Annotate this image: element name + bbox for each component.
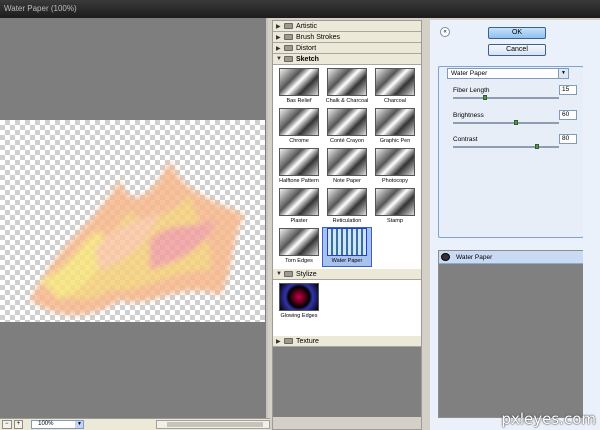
filter-thumb[interactable]: Chalk & Charcoal [323, 68, 371, 104]
param-label: Contrast [453, 136, 478, 143]
filter-thumb[interactable]: Bas Relief [275, 68, 323, 104]
scroll-thumb[interactable] [167, 422, 264, 427]
filter-preview-image [327, 68, 367, 96]
slider-knob[interactable] [514, 120, 518, 125]
filter-preview-image [375, 188, 415, 216]
effect-layer-label: Water Paper [456, 253, 493, 261]
filter-thumb[interactable]: Plaster [275, 188, 323, 224]
eye-icon[interactable] [441, 253, 450, 261]
chevron-right-icon: ▶ [276, 338, 281, 345]
zoom-select[interactable]: 100% ▼ [31, 420, 85, 429]
chevron-down-icon: ▼ [75, 421, 84, 428]
filter-thumb-selected[interactable]: Water Paper [322, 227, 372, 267]
chevron-down-icon: ▼ [558, 69, 568, 78]
category-stylize[interactable]: ▼ Stylize [273, 269, 421, 280]
watermark: pxleyes.com [501, 410, 596, 428]
effect-layer-row[interactable]: Water Paper [439, 251, 583, 264]
category-distort[interactable]: ▶ Distort [273, 43, 421, 54]
window-title: Water Paper (100%) [0, 0, 600, 18]
category-texture[interactable]: ▶ Texture [273, 336, 421, 347]
filter-preview-image [375, 108, 415, 136]
filter-settings: Water Paper ▼ Fiber Length 15 Brightness… [438, 66, 584, 238]
chevron-down-icon: ▼ [276, 271, 282, 277]
param-slider[interactable] [453, 144, 559, 149]
filter-thumb[interactable]: Photocopy [371, 148, 419, 184]
chevron-right-icon: ▶ [276, 34, 281, 41]
filter-preview-image [279, 148, 319, 176]
vertical-scrollbar[interactable] [583, 20, 594, 418]
filter-preview-image [279, 188, 319, 216]
folder-icon [284, 34, 293, 40]
horizontal-scrollbar[interactable] [156, 420, 270, 429]
filter-thumb[interactable]: Charcoal [371, 68, 419, 104]
param-slider[interactable] [453, 120, 559, 125]
zoom-in-button[interactable]: + [13, 420, 24, 429]
param-contrast: Contrast 80 [453, 134, 577, 149]
filter-select-value: Water Paper [451, 70, 488, 77]
flame-image [30, 160, 245, 315]
collapse-gallery-icon[interactable]: « [440, 27, 450, 37]
status-bar: − + 100% ▼ [0, 418, 270, 430]
slider-knob[interactable] [535, 144, 539, 149]
filter-preview-image [375, 68, 415, 96]
filter-thumb[interactable]: Reticulation [323, 188, 371, 224]
filter-preview-image [327, 108, 367, 136]
category-sketch[interactable]: ▼ Sketch [273, 54, 421, 65]
filter-preview-image [279, 283, 319, 311]
preview-canvas [0, 120, 265, 322]
effect-layers-panel: Water Paper [438, 250, 584, 418]
filter-preview-image [279, 108, 319, 136]
chevron-right-icon: ▶ [276, 45, 281, 52]
filter-thumb[interactable]: Halftone Pattern [275, 148, 323, 184]
filter-thumb[interactable]: Conté Crayon [323, 108, 371, 144]
param-input[interactable]: 15 [559, 85, 577, 95]
folder-icon [284, 338, 293, 344]
folder-icon [284, 56, 293, 62]
chevron-right-icon: ▶ [276, 23, 281, 30]
category-artistic[interactable]: ▶ Artistic [273, 21, 421, 32]
folder-icon [284, 271, 293, 277]
filter-select[interactable]: Water Paper ▼ [447, 68, 569, 79]
folder-icon [284, 45, 293, 51]
param-label: Brightness [453, 112, 484, 119]
param-brightness: Brightness 60 [453, 110, 577, 125]
filter-preview-image [327, 148, 367, 176]
param-fiber-length: Fiber Length 15 [453, 85, 577, 100]
filter-thumb[interactable]: Torn Edges [275, 228, 323, 266]
filter-thumb[interactable]: Stamp [371, 188, 419, 224]
sketch-thumbnails: Bas Relief Chalk & Charcoal Charcoal Chr… [273, 65, 421, 269]
folder-icon [284, 23, 293, 29]
chevron-down-icon: ▼ [276, 56, 282, 62]
param-input[interactable]: 80 [559, 134, 577, 144]
stylize-thumbnails: Glowing Edges [273, 280, 421, 336]
ok-button[interactable]: OK [488, 27, 546, 39]
zoom-out-button[interactable]: − [2, 420, 12, 429]
filter-thumb[interactable]: Note Paper [323, 148, 371, 184]
filter-thumb[interactable]: Graphic Pen [371, 108, 419, 144]
gallery-empty-area [273, 347, 421, 417]
param-label: Fiber Length [453, 87, 490, 94]
filter-preview-image [375, 148, 415, 176]
filter-gallery: ▶ Artistic ▶ Brush Strokes ▶ Distort ▼ S… [272, 20, 422, 430]
param-input[interactable]: 60 [559, 110, 577, 120]
filter-preview-image [327, 188, 367, 216]
filter-preview-image [279, 68, 319, 96]
category-brush-strokes[interactable]: ▶ Brush Strokes [273, 32, 421, 43]
filter-preview-image [327, 228, 367, 256]
slider-knob[interactable] [483, 95, 487, 100]
filter-preview-image [279, 228, 319, 256]
param-slider[interactable] [453, 95, 559, 100]
preview-area[interactable] [0, 18, 268, 418]
zoom-value: 100% [38, 421, 54, 427]
filter-thumb[interactable]: Glowing Edges [277, 283, 321, 319]
cancel-button[interactable]: Cancel [488, 44, 546, 56]
filter-thumb[interactable]: Chrome [275, 108, 323, 144]
